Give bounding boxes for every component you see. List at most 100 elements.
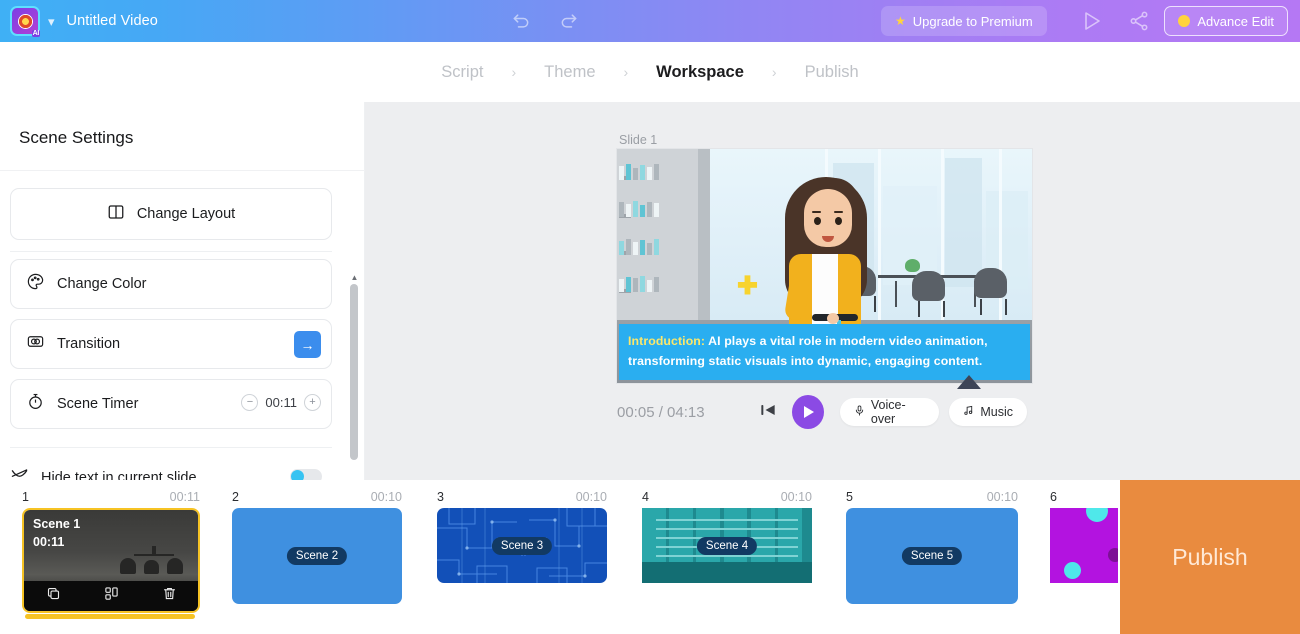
playback-controls: 00:05 / 04:13 Voice-over Music	[617, 392, 1037, 432]
undo-redo-group	[510, 0, 580, 42]
scene-thumbnail[interactable]: Scene 3	[437, 508, 607, 583]
logo-ai-badge: AI	[31, 30, 40, 37]
breadcrumb-step-workspace[interactable]: Workspace	[654, 63, 746, 82]
sidebar-item-transition[interactable]: Transition →	[10, 319, 332, 369]
ai-video-logo-icon[interactable]: AI	[10, 6, 40, 37]
sidebar-item-label: Change Layout	[136, 206, 236, 222]
triangle-marker-icon	[957, 375, 981, 389]
scene-duration: 00:10	[370, 490, 402, 504]
slide-caption[interactable]: Introduction: AI plays a vital role in m…	[619, 324, 1030, 380]
layout-columns-icon	[107, 203, 125, 226]
scene-badge: Scene 3	[491, 536, 553, 555]
duplicate-scene-button[interactable]	[46, 586, 61, 606]
timeline-scene-2[interactable]: 2 00:10 Scene 2	[232, 490, 402, 604]
palette-icon	[26, 272, 45, 296]
slide-preview-panel: Slide 1 Introduction: AI plays a vital r…	[365, 102, 1300, 480]
sidebar-item-change-color[interactable]: Change Color	[10, 259, 332, 309]
microphone-icon	[854, 404, 865, 420]
scene-thumbnail[interactable]: Scene 2	[232, 508, 402, 604]
sidebar-item-label: Transition	[57, 336, 121, 352]
scene-selected-indicator	[25, 614, 195, 619]
document-title[interactable]: Untitled Video	[67, 13, 158, 29]
skip-previous-icon[interactable]	[758, 400, 778, 425]
scene-header: 4 00:10	[642, 490, 812, 504]
star-icon: ★	[895, 14, 906, 28]
play-outline-icon[interactable]	[1080, 9, 1104, 33]
scene-thumbnail[interactable]: Scene 5	[846, 508, 1018, 604]
scene-number: 1	[22, 490, 29, 504]
app-root: AI ▾ Untitled Video ★ Upgrade to Premium	[0, 0, 1300, 634]
scene-thumbnail[interactable]: Scene 4	[642, 508, 812, 583]
hide-text-toggle[interactable]	[290, 469, 322, 480]
caption-text: Introduction: AI plays a vital role in m…	[628, 334, 988, 368]
publish-button[interactable]: Publish	[1120, 480, 1300, 634]
scene-duration: 00:10	[575, 490, 607, 504]
music-label: Music	[980, 405, 1013, 419]
scene-action-bar	[24, 581, 198, 611]
scene-duration: 00:10	[780, 490, 812, 504]
sidebar-item-change-layout[interactable]: Change Layout	[10, 188, 332, 240]
breadcrumb-step-publish[interactable]: Publish	[803, 63, 861, 82]
stopwatch-icon	[26, 392, 45, 416]
scene-number: 3	[437, 490, 444, 504]
advance-edit-button[interactable]: Advance Edit	[1164, 6, 1288, 36]
arrow-right-icon[interactable]: →	[294, 331, 321, 358]
scene-duration: 00:11	[169, 490, 200, 504]
timeline-scene-3[interactable]: 3 00:10 Scene 3	[437, 490, 607, 583]
sidebar-item-label: Change Color	[57, 276, 147, 292]
scene-header: 5 00:10	[846, 490, 1018, 504]
chair	[911, 270, 945, 301]
timeline-scene-1[interactable]: 1 00:11 Scene 1 00:11	[22, 490, 200, 619]
timer-increase-button[interactable]: +	[304, 394, 321, 411]
timer-decrease-button[interactable]: −	[241, 394, 259, 411]
undo-icon[interactable]	[510, 11, 532, 31]
scene-number: 4	[642, 490, 649, 504]
sidebar-item-hide-text[interactable]: Hide text in current slide	[10, 461, 332, 480]
voice-over-button[interactable]: Voice-over	[839, 398, 940, 426]
caret-up-icon[interactable]: ▲	[348, 270, 361, 284]
window-frame	[878, 149, 882, 320]
sidebar-item-label: Hide text in current slide	[41, 470, 197, 480]
scene-header: 2 00:10	[232, 490, 402, 504]
upgrade-to-premium-button[interactable]: ★ Upgrade to Premium	[881, 6, 1047, 36]
scene-badge: Scene 4	[696, 536, 758, 555]
scene-thumbnail[interactable]: Scene 1 00:11	[22, 508, 200, 613]
page-title: Scene Settings	[19, 128, 134, 147]
playback-time: 00:05 / 04:13	[617, 403, 705, 421]
scene-header: 3 00:10	[437, 490, 607, 504]
chair	[973, 268, 1007, 299]
avatar-hand	[826, 312, 839, 324]
breadcrumb-step-script[interactable]: Script	[439, 63, 485, 82]
chevron-right-icon: ›	[771, 64, 777, 80]
chevron-down-icon[interactable]: ▾	[48, 15, 55, 28]
sidebar-scrollbar-thumb[interactable]	[350, 284, 358, 460]
scene-inner-time: 00:11	[33, 535, 65, 549]
redo-icon[interactable]	[558, 11, 580, 31]
voice-over-label: Voice-over	[870, 398, 906, 426]
slide-canvas[interactable]: Introduction: AI plays a vital role in m…	[617, 149, 1032, 383]
breadcrumb-step-theme[interactable]: Theme	[542, 63, 597, 82]
sidebar-item-scene-timer[interactable]: Scene Timer − 00:11 +	[10, 379, 332, 429]
scene-title: Scene 1	[33, 517, 81, 531]
delete-scene-button[interactable]	[162, 586, 177, 606]
chevron-right-icon: ›	[511, 64, 517, 80]
play-button[interactable]	[791, 395, 824, 429]
share-icon[interactable]	[1128, 10, 1150, 32]
bookcase-divider	[697, 149, 711, 320]
change-layout-button[interactable]	[104, 586, 119, 606]
scene-number: 2	[232, 490, 239, 504]
sidebar-scroll-region: Change Layout Change Color Transition → …	[0, 171, 365, 480]
slide-label: Slide 1	[619, 133, 658, 147]
timeline-scene-6[interactable]: 6	[1050, 490, 1118, 583]
advance-edit-label: Advance Edit	[1197, 13, 1274, 29]
chevron-right-icon: ›	[623, 64, 629, 80]
scene-number: 5	[846, 490, 853, 504]
timeline-scene-4[interactable]: 4 00:10 Scene 4	[642, 490, 812, 583]
scene-badge: Scene 2	[286, 547, 348, 565]
publish-label: Publish	[1172, 543, 1248, 570]
top-header-bar: AI ▾ Untitled Video ★ Upgrade to Premium	[0, 0, 1300, 42]
scene-thumbnail[interactable]	[1050, 508, 1118, 583]
timer-value: 00:11	[265, 395, 297, 410]
timeline-scene-5[interactable]: 5 00:10 Scene 5	[846, 490, 1018, 604]
music-button[interactable]: Music	[949, 398, 1027, 426]
